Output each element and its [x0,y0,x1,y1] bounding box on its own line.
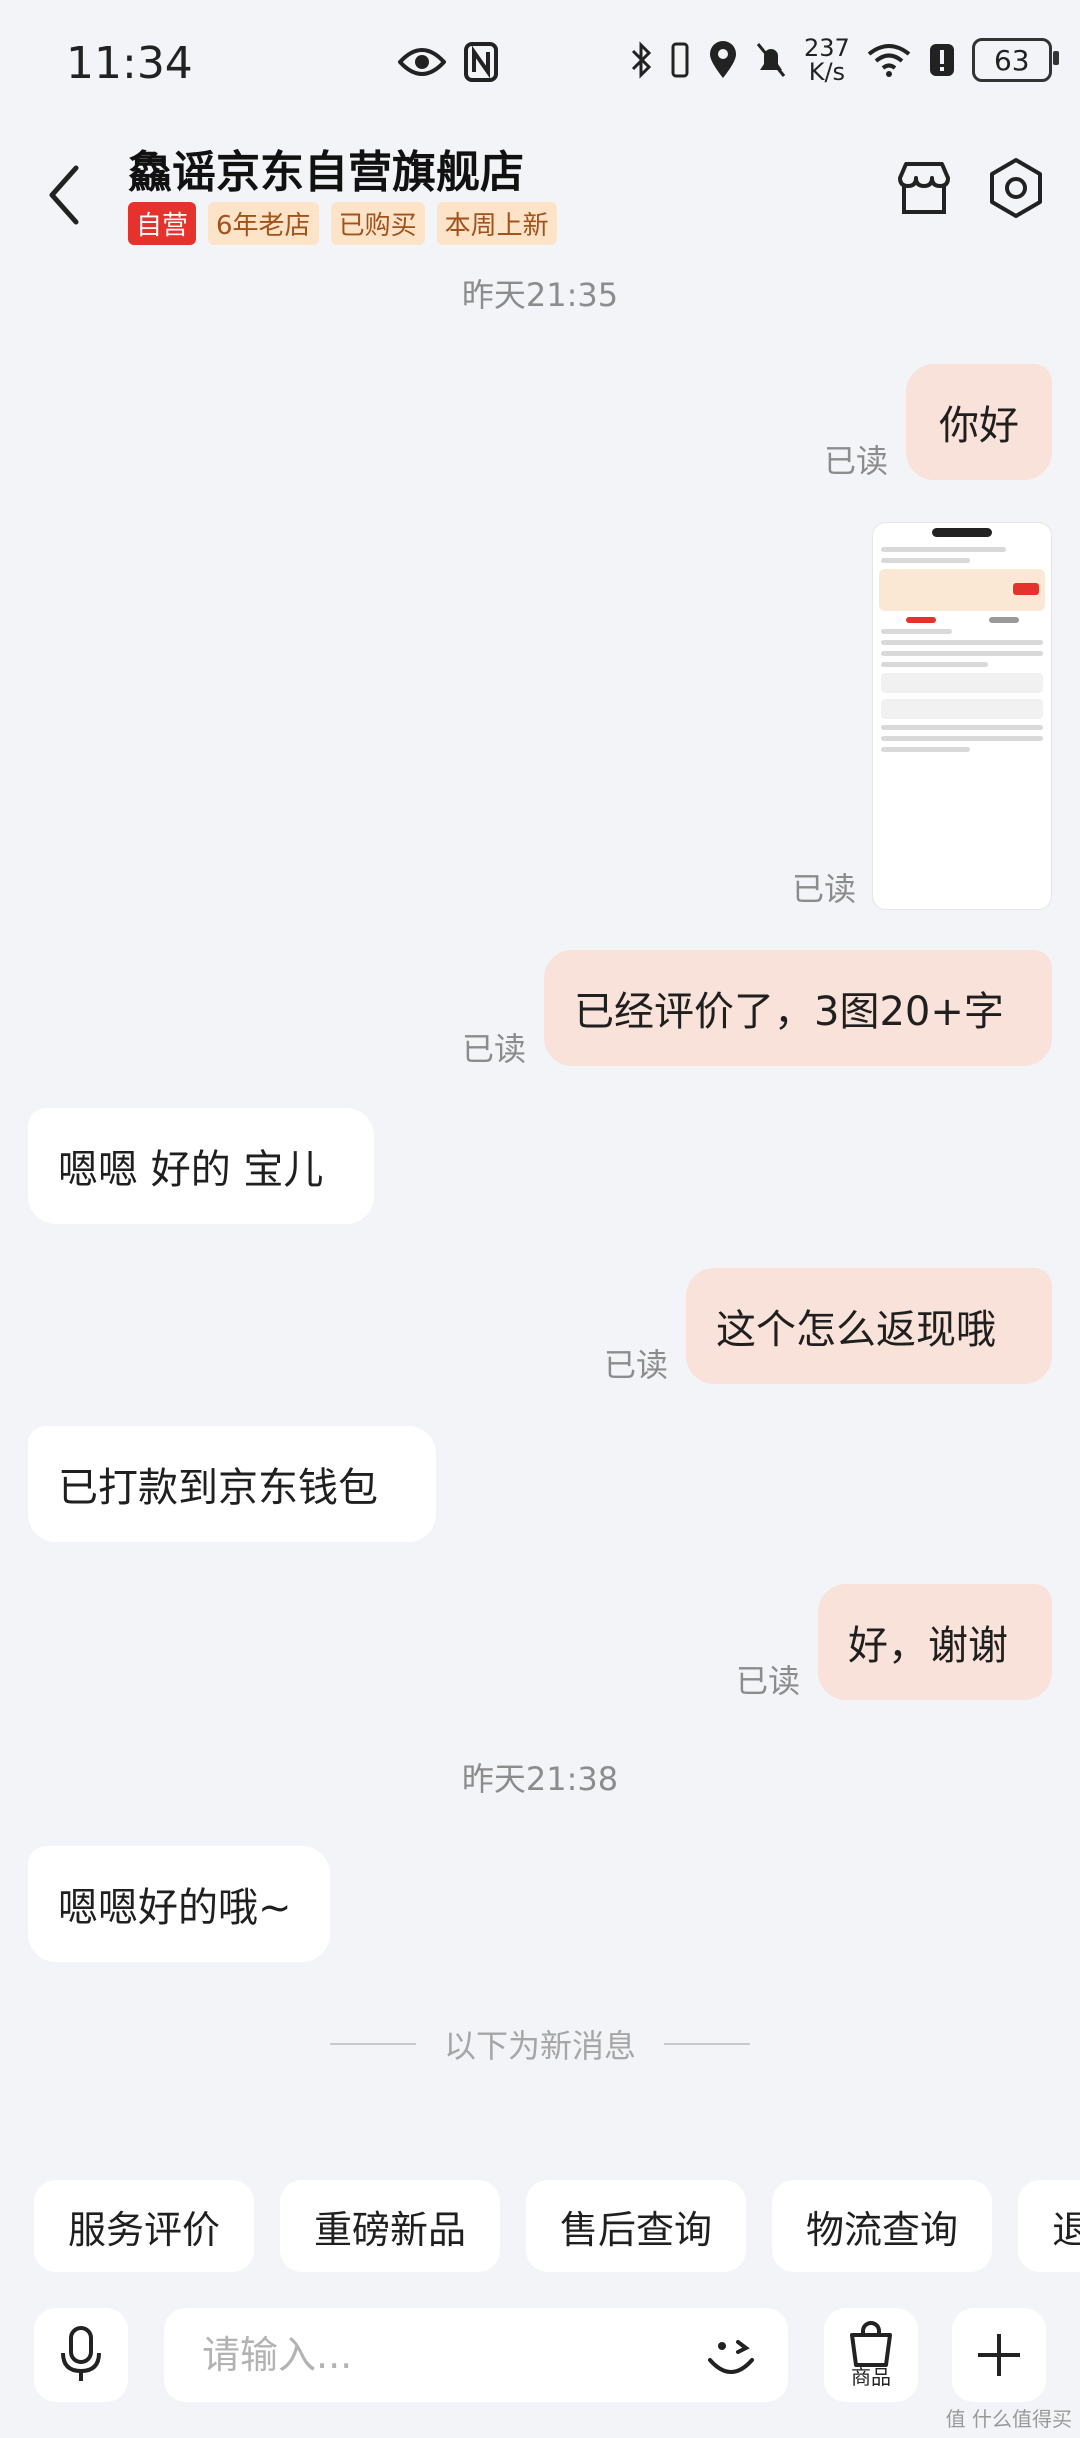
net-speed: 237 K/s [804,34,850,86]
plus-icon [978,2334,1020,2376]
status-time: 11:34 [66,38,193,89]
read-receipt: 已读 [792,870,857,908]
quick-reply-bar: 服务评价 重磅新品 售后查询 物流查询 退 [34,2180,1080,2272]
store-icon[interactable] [892,156,956,220]
message-input[interactable] [200,2332,684,2378]
message-bubble-sent[interactable]: 已经评价了，3图20+字 [544,950,1052,1066]
emoji-icon[interactable] [702,2326,760,2384]
status-bar: 11:34 237 K/s 63 [0,0,1080,130]
battery-level: 63 [993,43,1030,77]
timestamp: 昨天21:35 [461,276,619,314]
vibrate-icon [671,42,689,78]
tag-new-this-week: 本周上新 [436,202,557,245]
shop-tags: 自营 6年老店 已购买 本周上新 [128,202,557,245]
microphone-icon [61,2326,101,2381]
message-bubble-sent[interactable]: 你好 [906,364,1052,480]
voice-button[interactable] [34,2308,128,2402]
chip-after-sales[interactable]: 售后查询 [526,2180,747,2272]
read-receipt: 已读 [462,1030,527,1068]
chat-header: 鱻谣京东自营旗舰店 自营 6年老店 已购买 本周上新 [0,130,1080,250]
tag-store-age: 6年老店 [208,202,319,245]
message-bubble-sent[interactable]: 这个怎么返现哦 [686,1268,1052,1384]
new-messages-divider: 以下为新消息 [318,2024,762,2065]
new-messages-label: 以下为新消息 [443,2027,636,2065]
read-receipt: 已读 [824,442,889,480]
tag-purchased: 已购买 [330,202,425,245]
settings-icon[interactable] [984,156,1048,220]
bluetooth-icon [631,41,652,79]
location-icon [710,41,736,78]
chip-service-review[interactable]: 服务评价 [34,2180,255,2272]
sent-screenshot-image[interactable] [872,522,1052,910]
watermark: 值 什么值得买 [945,2407,1072,2431]
back-icon[interactable] [40,160,90,230]
goods-label: 商品 [851,2364,891,2389]
eye-icon [398,48,446,76]
chip-return[interactable]: 退 [1018,2180,1080,2272]
goods-button[interactable]: 商品 [824,2308,918,2402]
status-right-icons: 237 K/s 63 [630,34,1059,86]
battery-icon: 63 [971,38,1059,82]
timestamp: 昨天21:38 [461,1760,619,1798]
message-bubble-received[interactable]: 已打款到京东钱包 [28,1426,436,1542]
alert-icon [929,44,954,76]
message-bubble-sent[interactable]: 好，谢谢 [818,1584,1052,1700]
mute-icon [756,43,786,77]
message-input-box[interactable] [164,2308,788,2402]
more-button[interactable] [952,2308,1046,2402]
wifi-icon [867,44,911,77]
status-left-icons [398,42,498,82]
message-bubble-received[interactable]: 嗯嗯 好的 宝儿 [28,1108,374,1224]
read-receipt: 已读 [736,1662,801,1700]
message-bubble-received[interactable]: 嗯嗯好的哦~ [28,1846,330,1962]
chip-new-products[interactable]: 重磅新品 [280,2180,501,2272]
chip-logistics[interactable]: 物流查询 [772,2180,993,2272]
read-receipt: 已读 [604,1346,669,1384]
nfc-icon [464,42,498,82]
tag-self-operated: 自营 [128,202,197,245]
shop-title: 鱻谣京东自营旗舰店 [128,147,524,198]
